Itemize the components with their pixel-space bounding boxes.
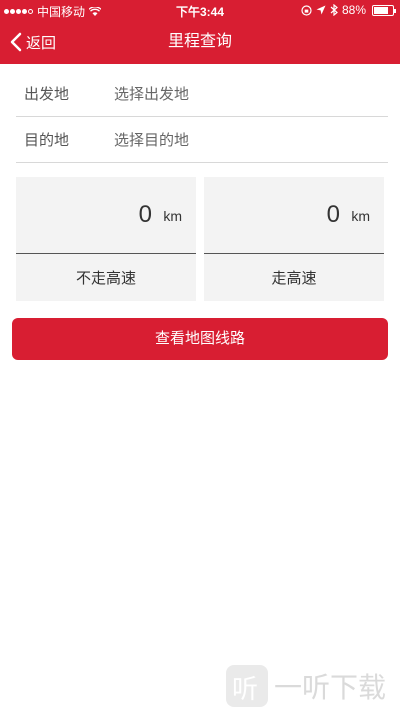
status-left: 中国移动 xyxy=(4,3,102,20)
distance-unit: km xyxy=(351,208,370,224)
back-button[interactable]: 返回 xyxy=(10,20,56,64)
route-type-label: 不走高速 xyxy=(75,270,136,287)
signal-dot-4 xyxy=(22,9,27,14)
distance-value: 0 xyxy=(326,201,340,228)
carrier-name: 中国移动 xyxy=(37,5,86,19)
route-type-label: 走高速 xyxy=(271,270,317,287)
orientation-lock-icon xyxy=(301,4,312,16)
battery-fill xyxy=(374,6,389,14)
bluetooth-icon xyxy=(330,4,338,16)
signal-dot-1 xyxy=(4,9,9,14)
battery-icon xyxy=(372,4,396,16)
view-map-route-button[interactable]: 查看地图线路 xyxy=(12,318,388,360)
nav-bar: 返回 里程查询 xyxy=(0,20,400,64)
destination-label: 目的地 xyxy=(24,131,70,149)
destination-row[interactable]: 目的地 选择目的地 xyxy=(16,116,388,163)
signal-dot-5 xyxy=(28,9,33,14)
result-card-top: 0 km xyxy=(16,177,196,254)
chevron-left-icon xyxy=(10,32,22,52)
signal-dot-2 xyxy=(10,9,15,14)
origin-row[interactable]: 出发地 选择出发地 xyxy=(16,70,388,117)
result-card-no-highway: 0 km 不走高速 xyxy=(16,177,196,301)
origin-label: 出发地 xyxy=(24,85,70,103)
distance-value: 0 xyxy=(138,201,152,228)
distance-unit: km xyxy=(163,208,182,224)
page-title: 里程查询 xyxy=(167,33,232,50)
watermark-text: 一听下载 xyxy=(273,672,386,703)
status-right: 88% xyxy=(301,3,396,17)
wifi-icon xyxy=(89,7,102,16)
watermark-logo-text: 听 xyxy=(231,674,258,704)
result-card-top: 0 km xyxy=(204,177,384,254)
watermark-logo-icon: 听 xyxy=(225,665,268,707)
destination-field[interactable]: 选择目的地 xyxy=(114,129,189,150)
battery-percent: 88% xyxy=(341,3,366,17)
result-card-highway: 0 km 走高速 xyxy=(204,177,384,301)
origin-field[interactable]: 选择出发地 xyxy=(114,83,189,104)
signal-dot-3 xyxy=(16,9,21,14)
back-label: 返回 xyxy=(26,34,57,52)
location-icon xyxy=(316,5,326,15)
watermark: 听 一听下载 xyxy=(225,664,386,708)
status-bar: 中国移动 下午3:44 88% xyxy=(0,0,400,20)
